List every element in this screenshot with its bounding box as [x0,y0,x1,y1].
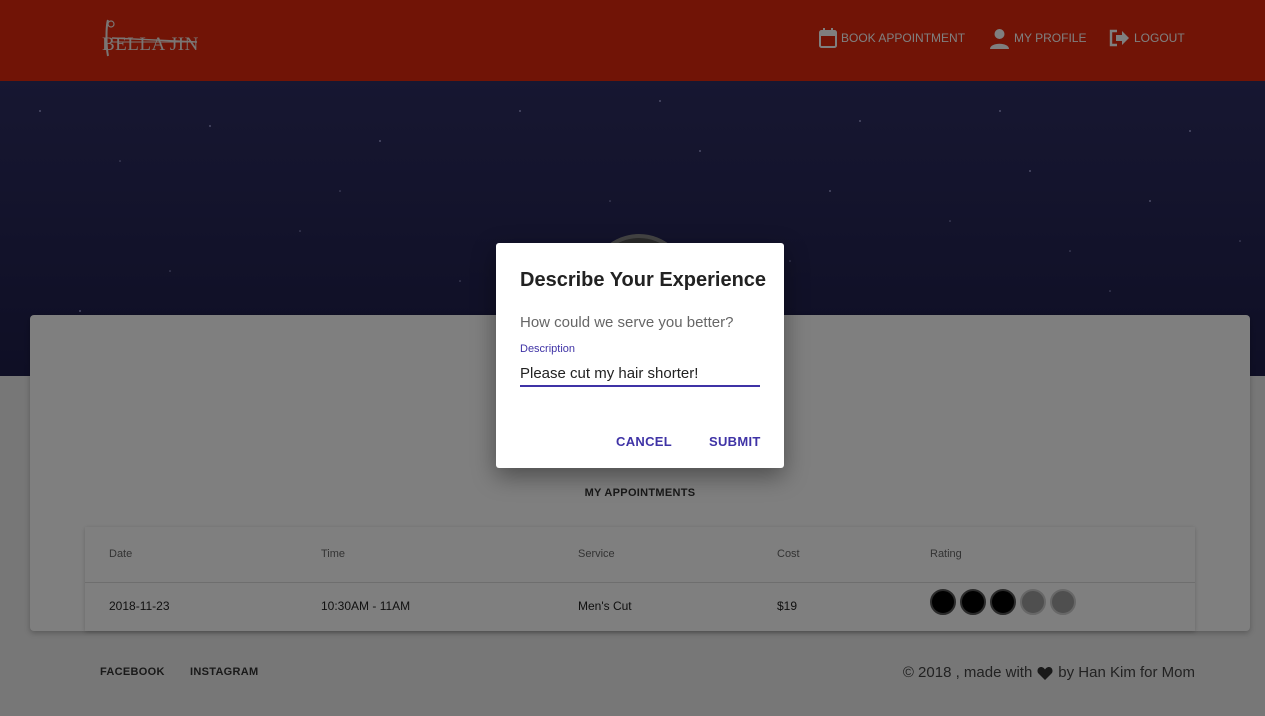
dialog-prompt: How could we serve you better? [520,314,734,331]
experience-dialog: Describe Your Experience How could we se… [496,243,784,468]
dialog-title: Describe Your Experience [520,269,767,291]
cancel-button[interactable]: CANCEL [616,434,672,449]
submit-button[interactable]: SUBMIT [709,434,761,449]
description-label: Description [520,343,576,355]
description-input[interactable] [520,361,760,387]
